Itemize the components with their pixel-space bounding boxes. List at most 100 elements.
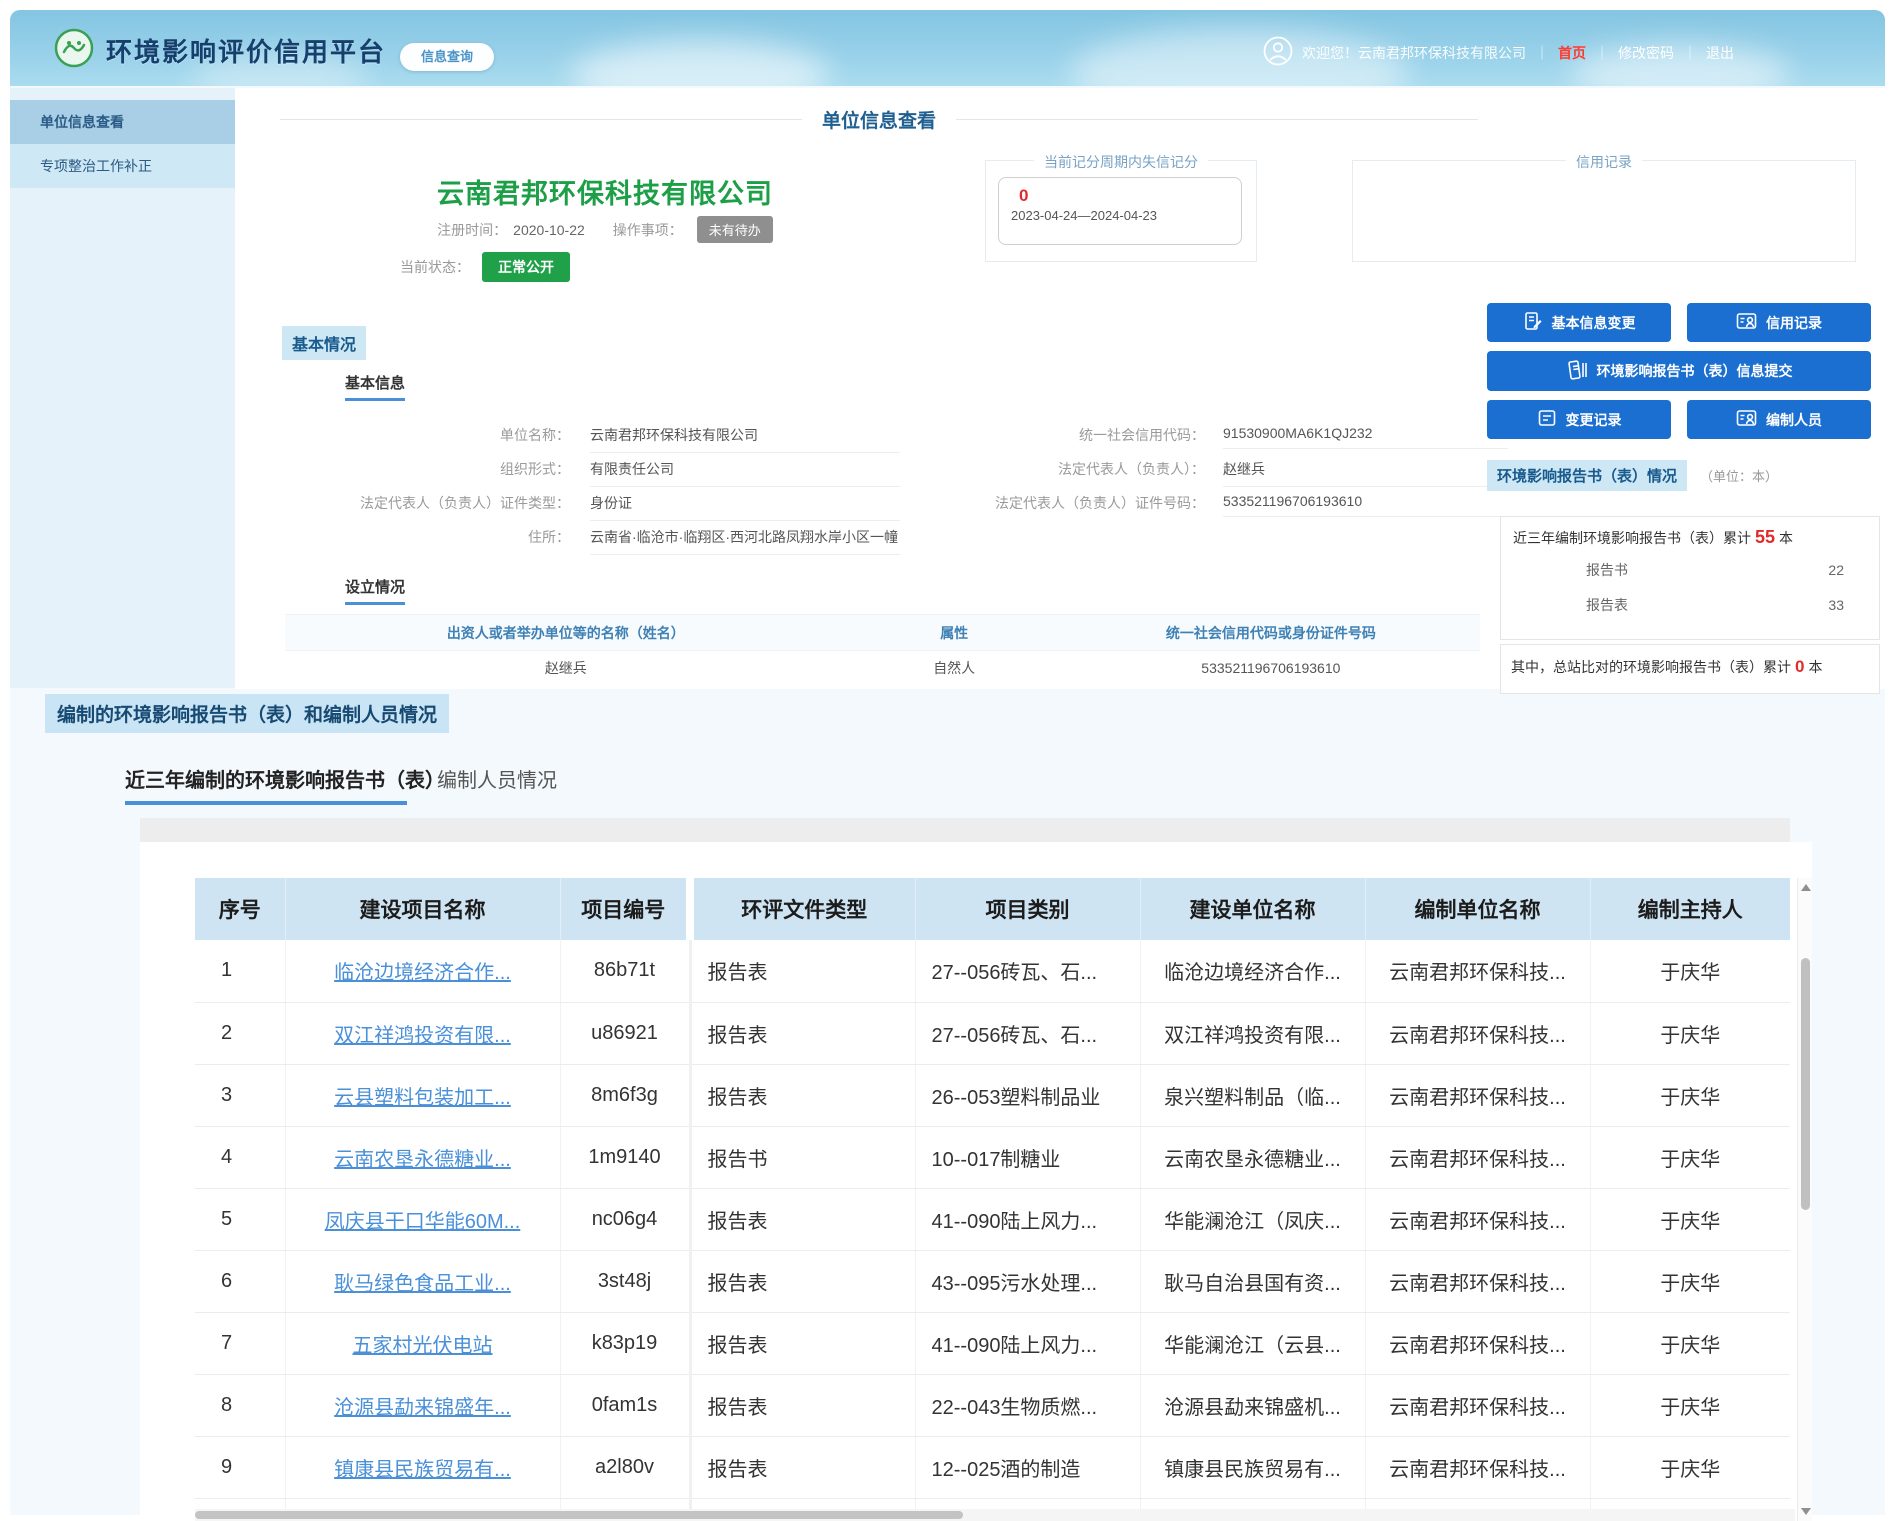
project-name-link[interactable]: 云县塑料包装加工... [334, 1087, 511, 1109]
table-cell: 86b71t [560, 940, 690, 1002]
table-cell: 云县塑料包装加工... [285, 1064, 560, 1126]
nav-change-password-link[interactable]: 修改密码 [1618, 43, 1674, 63]
column-header: 序号 [195, 878, 285, 940]
scroll-up-arrow-icon[interactable] [1801, 884, 1811, 891]
stats-row: 报告表 33 [1501, 587, 1879, 622]
project-name-link[interactable]: 凤庆县干口华能60M... [325, 1211, 521, 1233]
brand: 环境影响评价信用平台 [54, 28, 386, 73]
table-cell: 0fam1s [560, 1374, 690, 1436]
table-cell: 41--090陆上风力... [915, 1312, 1140, 1374]
tab-content-divider [140, 818, 1790, 842]
nav-logout-link[interactable]: 退出 [1706, 43, 1734, 63]
report-submit-button[interactable]: 环境影响报告书（表）信息提交 [1487, 351, 1871, 391]
id-type-value: 身份证 [590, 493, 900, 521]
no-pending-badge: 未有待办 [697, 216, 773, 243]
table-cell: k83p19 [560, 1312, 690, 1374]
table-cell: 沧源县勐来锦盛年... [285, 1374, 560, 1436]
investor-attribute: 自然人 [847, 651, 1062, 685]
stats-row-value: 22 [1828, 562, 1844, 578]
address-value: 云南省·临沧市·临翔区·西河北路凤翔水岸小区一幢 [590, 527, 900, 555]
investor-name: 赵继兵 [285, 651, 847, 685]
sidebar-item-rectification[interactable]: 专项整治工作补正 [10, 144, 235, 188]
project-name-link[interactable]: 沧源县勐来锦盛年... [334, 1397, 511, 1419]
table-cell: 云南君邦环保科技... [1365, 1436, 1590, 1498]
table-cell: 27--056砖瓦、石... [915, 1002, 1140, 1064]
column-header: 编制单位名称 [1365, 878, 1590, 940]
project-name-link[interactable]: 镇康县民族贸易有... [334, 1459, 511, 1481]
nav-home-link[interactable]: 首页 [1558, 43, 1586, 63]
table-cell: 8m6f3g [560, 1064, 690, 1126]
table-cell: 云南君邦环保科技... [1365, 1002, 1590, 1064]
register-time-value: 2020-10-22 [513, 222, 585, 238]
table-cell: 报告表 [690, 1374, 915, 1436]
project-name-link[interactable]: 临沧边境经济合作... [334, 962, 511, 984]
table-cell: 华能澜沧江（凤庆... [1140, 1188, 1365, 1250]
operation-items-label: 操作事项： [613, 220, 683, 240]
table-cell: 云南君邦环保科技... [1365, 1374, 1590, 1436]
horizontal-scrollbar-thumb[interactable] [195, 1511, 963, 1519]
button-label: 信用记录 [1766, 313, 1822, 333]
page: 环境影响评价信用平台 信息查询 欢迎您！云南君邦环保科技有限公司 ｜ 首页 ｜ … [0, 0, 1895, 1521]
record-list-icon [1537, 408, 1557, 431]
table-cell: 于庆华 [1590, 1374, 1790, 1436]
tab-establishment[interactable]: 设立情况 [345, 576, 405, 605]
top-banner: 环境影响评价信用平台 信息查询 欢迎您！云南君邦环保科技有限公司 ｜ 首页 ｜ … [10, 10, 1885, 86]
table-cell: 于庆华 [1590, 1064, 1790, 1126]
change-record-button[interactable]: 变更记录 [1487, 400, 1671, 439]
column-header: 属性 [847, 615, 1062, 651]
button-label: 基本信息变更 [1552, 313, 1636, 333]
table-cell: 报告表 [690, 1064, 915, 1126]
active-tab-underline [125, 801, 407, 805]
project-name-link[interactable]: 双江祥鸿投资有限... [334, 1025, 511, 1047]
table-cell: 耿马自治县国有资... [1140, 1250, 1365, 1312]
score-panel-legend: 当前记分周期内失信记分 [1034, 152, 1208, 172]
info-query-button[interactable]: 信息查询 [400, 43, 494, 71]
table-row: 7五家村光伏电站k83p19报告表41--090陆上风力...华能澜沧江（云县.… [195, 1312, 1790, 1374]
stats-other-prefix: 其中，总站比对的环境影响报告书（表）累计 [1511, 659, 1791, 675]
table-cell: 云南君邦环保科技... [1365, 1250, 1590, 1312]
credit-record-legend: 信用记录 [1566, 152, 1642, 172]
org-form-value: 有限责任公司 [590, 459, 900, 487]
vertical-scrollbar-thumb[interactable] [1801, 958, 1810, 1210]
stats-total-line: 近三年编制环境影响报告书（表）累计55本 [1501, 517, 1879, 552]
project-name-link[interactable]: 耿马绿色食品工业... [334, 1273, 511, 1295]
horizontal-scrollbar[interactable] [195, 1509, 1795, 1521]
legal-person-value: 赵继兵 [1223, 459, 1508, 487]
sidebar: 单位信息查看 专项整治工作补正 [10, 88, 235, 688]
project-name-link[interactable]: 云南农垦永德糖业... [334, 1149, 511, 1171]
sidebar-item-unit-info[interactable]: 单位信息查看 [10, 100, 235, 144]
field-label: 法定代表人（负责人）： [955, 459, 1205, 479]
table-cell: 凤庆县干口华能60M... [285, 1188, 560, 1250]
scroll-down-arrow-icon[interactable] [1801, 1508, 1811, 1515]
tab-recent-reports[interactable]: 近三年编制的环境影响报告书（表） [125, 764, 445, 793]
table-row: 4云南农垦永德糖业...1m9140报告书10--017制糖业云南农垦永德糖业.… [195, 1126, 1790, 1188]
score-value: 0 [1019, 186, 1241, 206]
table-cell: 五家村光伏电站 [285, 1312, 560, 1374]
score-card: 0 2023-04-24—2024-04-23 [998, 177, 1242, 245]
tab-compile-staff[interactable]: 编制人员情况 [437, 764, 557, 793]
table-row: 3云县塑料包装加工...8m6f3g报告表26--053塑料制品业泉兴塑料制品（… [195, 1064, 1790, 1126]
compile-staff-button[interactable]: 编制人员 [1687, 400, 1871, 439]
vertical-scrollbar[interactable] [1797, 878, 1812, 1521]
button-label: 编制人员 [1766, 410, 1822, 430]
basic-info-change-button[interactable]: 基本信息变更 [1487, 303, 1671, 342]
credit-record-panel: 信用记录 [1352, 160, 1856, 262]
table-cell: 报告表 [690, 1312, 915, 1374]
stats-other-suffix: 本 [1808, 659, 1822, 675]
field-label: 住所： [285, 527, 570, 547]
table-cell: 报告书 [690, 1126, 915, 1188]
table-cell: 26--053塑料制品业 [915, 1064, 1140, 1126]
stats-row-value: 33 [1828, 597, 1844, 613]
table-row: 2双江祥鸿投资有限...u86921报告表27--056砖瓦、石...双江祥鸿投… [195, 1002, 1790, 1064]
table-cell: 7 [195, 1312, 285, 1374]
unit-note: （单位：本） [1700, 466, 1778, 485]
credit-record-button[interactable]: 信用记录 [1687, 303, 1871, 342]
page-title-row: 单位信息查看 [280, 106, 1478, 133]
user-avatar-icon [1263, 36, 1293, 69]
table-cell: nc06g4 [560, 1188, 690, 1250]
company-meta: 注册时间： 2020-10-22 操作事项： 未有待办 [285, 216, 925, 243]
project-name-link[interactable]: 五家村光伏电站 [353, 1335, 493, 1357]
table-cell: 云南君邦环保科技... [1365, 1312, 1590, 1374]
tab-basic-info[interactable]: 基本信息 [345, 372, 405, 401]
report-stats-other-box: 其中，总站比对的环境影响报告书（表）累计0本 [1500, 644, 1880, 694]
